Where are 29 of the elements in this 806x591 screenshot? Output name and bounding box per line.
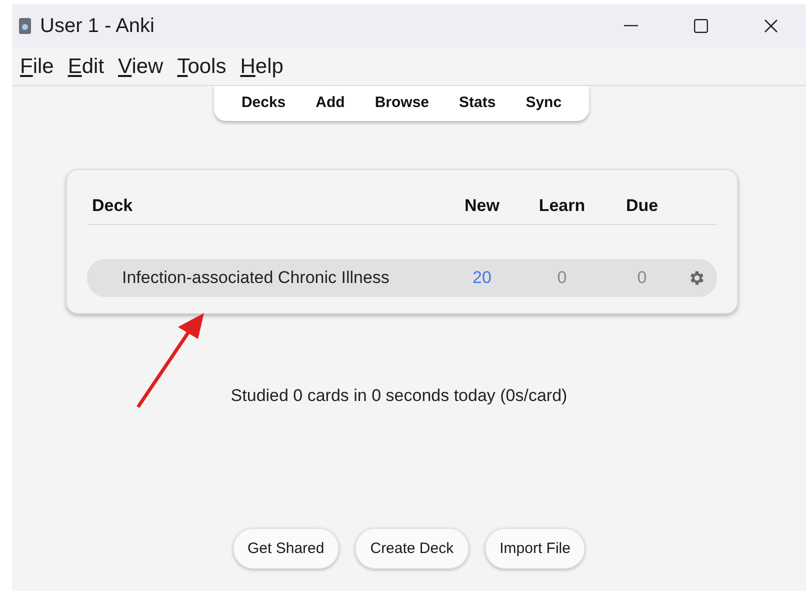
toolbar-link[interactable]: Decks xyxy=(226,90,301,115)
menu-item[interactable]: Tools xyxy=(177,54,226,78)
toolbar-link[interactable]: Sync xyxy=(510,90,577,115)
card-count: 20 xyxy=(472,268,492,288)
action-button[interactable]: Create Deck xyxy=(355,528,469,569)
app-icon xyxy=(18,17,32,35)
close-icon xyxy=(764,19,778,33)
action-button[interactable]: Get Shared xyxy=(232,528,340,569)
toolbar-link[interactable]: Add xyxy=(300,90,360,115)
card-count: 0 xyxy=(557,268,567,288)
menu-item[interactable]: File xyxy=(20,54,54,78)
menu-item[interactable]: Help xyxy=(240,54,284,78)
toolbar-link[interactable]: Stats xyxy=(444,90,511,115)
column-header: Deck xyxy=(92,196,133,216)
action-button[interactable]: Import File xyxy=(484,528,586,569)
column-header: New xyxy=(464,196,500,216)
toolbar-link[interactable]: Browse xyxy=(360,90,444,115)
window-title: User 1 - Anki xyxy=(40,14,156,38)
menu-item[interactable]: View xyxy=(118,54,164,78)
gear-icon[interactable] xyxy=(688,269,706,287)
column-header: Learn xyxy=(538,196,586,216)
deck-name[interactable]: Infection-associated Chronic Illness xyxy=(122,268,390,288)
menu-item[interactable]: Edit xyxy=(68,54,104,78)
maximize-icon xyxy=(694,19,708,33)
card-count: 0 xyxy=(637,268,647,288)
deck-row[interactable]: Infection-associated Chronic Illness 20 0 0 xyxy=(87,259,717,297)
study-summary: Studied 0 cards in 0 seconds today (0s/card) xyxy=(230,386,568,406)
minimize-icon xyxy=(624,25,638,27)
column-header: Due xyxy=(626,196,658,216)
